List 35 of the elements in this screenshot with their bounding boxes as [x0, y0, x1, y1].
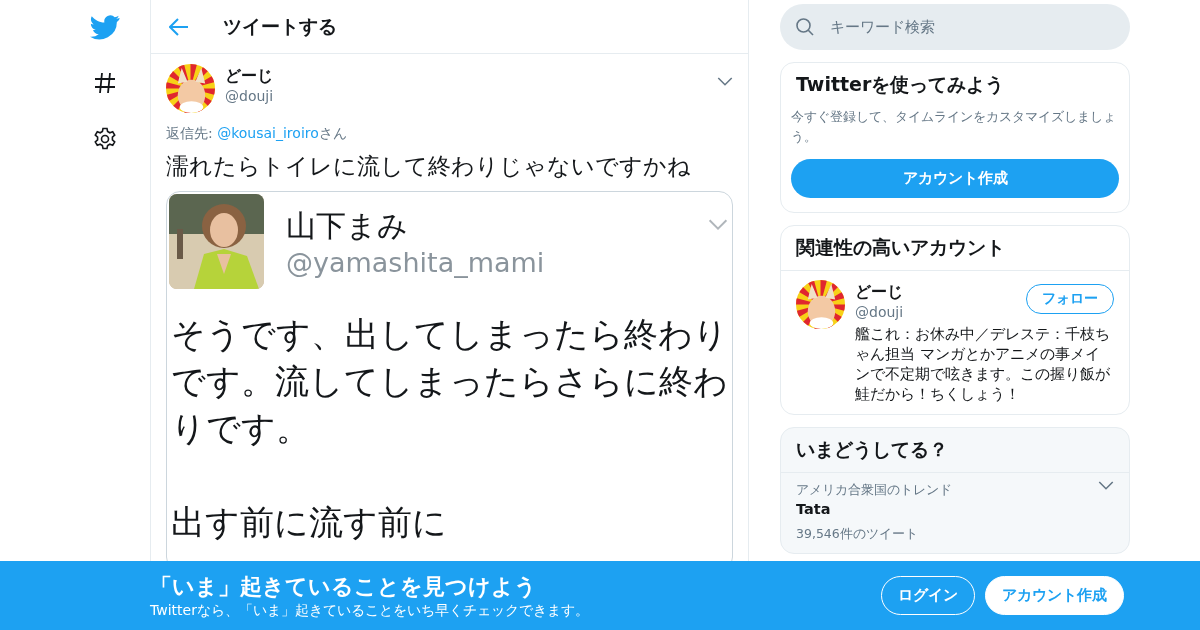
search-icon: [796, 18, 814, 36]
signup-button[interactable]: アカウント作成: [985, 576, 1124, 615]
banner-subtitle: Twitterなら、「いま」起きていることをいち早くチェックできます。: [150, 600, 589, 619]
user-handle: @douji: [225, 87, 275, 106]
card-title: Twitterを使ってみよう: [795, 72, 1006, 97]
user-name: どーじ: [225, 66, 274, 86]
trend-name[interactable]: Tata: [796, 499, 1114, 519]
embedded-tweet-text: そうです、出してしまったら終わりです。流してしまったらさらに終わりです。: [171, 313, 729, 450]
avatar: [166, 64, 215, 113]
back-arrow-icon[interactable]: [169, 17, 189, 36]
hashtag-icon[interactable]: [94, 72, 116, 94]
chevron-down-icon[interactable]: [717, 77, 733, 87]
user-bio: 艦これ：お休み中／デレステ：千枝ちゃん担当 マンガとかアニメの事メインで不定期で呟きます。この握り飯が鮭だから！ちくしょう！: [855, 325, 1111, 404]
avatar: [796, 280, 845, 329]
embedded-user-handle: @yamashita_mami: [286, 246, 546, 280]
trend-context: アメリカ合衆国のトレンド: [796, 481, 952, 499]
tweet-text: 濡れたらトイレに流して終わりじゃないですかね: [166, 152, 692, 181]
card-title: 関連性の高いアカウント: [781, 226, 1129, 271]
embedded-user-name: 山下まみ: [286, 207, 409, 245]
search-field[interactable]: キーワード検索: [780, 4, 1130, 50]
follow-button[interactable]: フォロー: [1026, 284, 1114, 314]
mention-link[interactable]: @kousai_iroiro: [217, 125, 319, 141]
embedded-tweet-text: 出す前に流す前に: [171, 501, 448, 544]
card-title: いまどうしてる？: [795, 437, 949, 462]
signup-button[interactable]: アカウント作成: [791, 159, 1119, 198]
user-handle: @douji: [855, 303, 905, 322]
card-description: 今すぐ登録して、タイムラインをカスタマイズしましょう。: [791, 108, 1117, 146]
settings-icon[interactable]: [93, 127, 117, 151]
page-title: ツイートする: [223, 13, 337, 39]
tweet-count: 39,546件のツイート: [796, 525, 919, 543]
reply-to-text: 返信先: @kousai_iroiro さん: [166, 125, 348, 143]
bird-logo-icon[interactable]: [90, 14, 120, 40]
banner-title: 「いま」起きていることを見つけよう: [150, 572, 538, 601]
chevron-down-icon[interactable]: [1098, 481, 1114, 491]
user-name: どーじ: [855, 282, 904, 302]
